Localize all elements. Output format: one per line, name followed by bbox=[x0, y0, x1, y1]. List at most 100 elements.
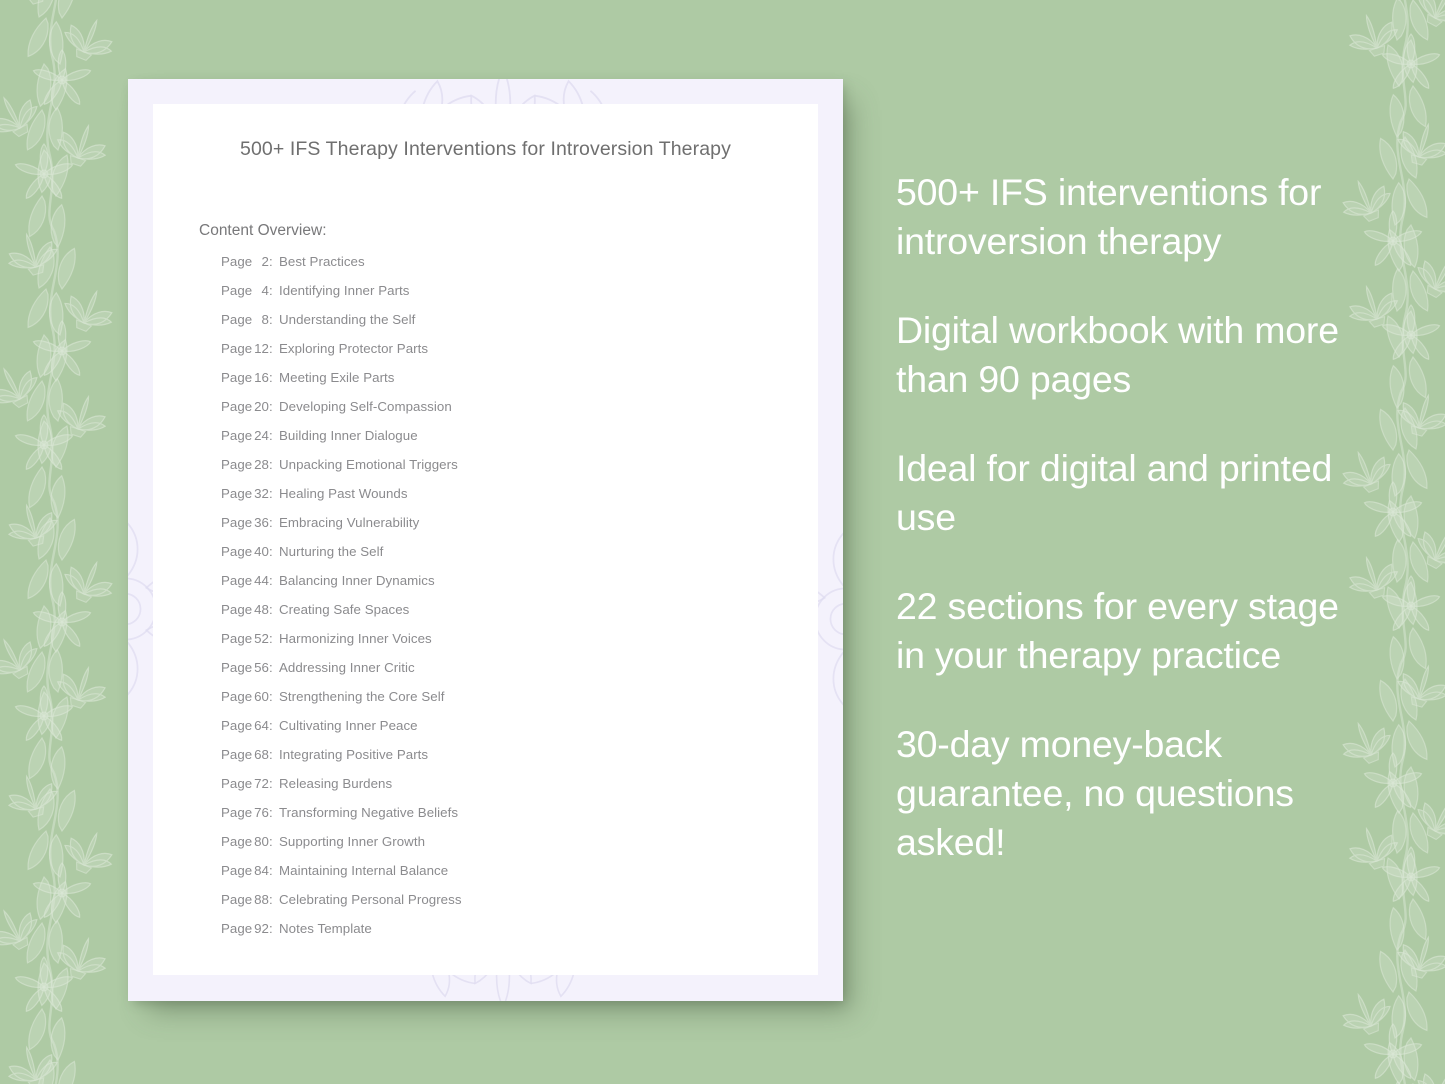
toc-colon: : bbox=[269, 863, 273, 878]
toc-page-word: Page bbox=[221, 428, 253, 443]
toc-page-word: Page bbox=[221, 921, 253, 936]
toc-entry-title: Identifying Inner Parts bbox=[279, 283, 410, 298]
toc-page-word: Page bbox=[221, 805, 253, 820]
toc-page-word: Page bbox=[221, 486, 253, 501]
toc-entry-title: Nurturing the Self bbox=[279, 544, 384, 559]
toc-page-word: Page bbox=[221, 689, 253, 704]
toc-entry-title: Notes Template bbox=[279, 921, 372, 936]
toc-page-number: 72 bbox=[254, 776, 269, 791]
toc-row: Page 8 : Understanding the Self bbox=[199, 312, 788, 341]
toc-colon: : bbox=[269, 428, 273, 443]
toc-colon: : bbox=[269, 283, 273, 298]
marketing-copy-line: Digital workbook with more than 90 pages bbox=[896, 309, 1339, 400]
toc-page-word: Page bbox=[221, 834, 253, 849]
toc-entry-title: Understanding the Self bbox=[279, 312, 416, 327]
toc-entry-title: Cultivating Inner Peace bbox=[279, 718, 418, 733]
toc-row: Page 4 : Identifying Inner Parts bbox=[199, 283, 788, 312]
toc-entry-title: Integrating Positive Parts bbox=[279, 747, 429, 762]
toc-page-number: 44 bbox=[254, 573, 269, 588]
toc-row: Page 80 : Supporting Inner Growth bbox=[199, 834, 788, 863]
toc-row: Page 72 : Releasing Burdens bbox=[199, 776, 788, 805]
toc-entry-title: Celebrating Personal Progress bbox=[279, 892, 462, 907]
content-overview-label: Content Overview: bbox=[199, 222, 327, 239]
toc-page-word: Page bbox=[221, 283, 253, 298]
toc-row: Page 40 : Nurturing the Self bbox=[199, 544, 788, 573]
page-title: 500+ IFS Therapy Interventions for Intro… bbox=[240, 138, 731, 160]
toc-colon: : bbox=[269, 312, 273, 327]
toc-row: Page 56 : Addressing Inner Critic bbox=[199, 660, 788, 689]
toc-page-number: 28 bbox=[254, 457, 269, 472]
toc-colon: : bbox=[269, 689, 273, 704]
toc-page-word: Page bbox=[221, 457, 253, 472]
toc-page-word: Page bbox=[221, 892, 253, 907]
toc-entry-title: Addressing Inner Critic bbox=[279, 660, 415, 675]
toc-page-number: 40 bbox=[254, 544, 269, 559]
toc-row: Page 32 : Healing Past Wounds bbox=[199, 486, 788, 515]
document-page: 500+ IFS Therapy Interventions for Intro… bbox=[153, 104, 818, 975]
toc-page-word: Page bbox=[221, 312, 253, 327]
toc-row: Page 64 : Cultivating Inner Peace bbox=[199, 718, 788, 747]
toc-row: Page 92 : Notes Template bbox=[199, 921, 788, 950]
toc-row: Page 52 : Harmonizing Inner Voices bbox=[199, 631, 788, 660]
toc-page-word: Page bbox=[221, 341, 253, 356]
toc-colon: : bbox=[269, 573, 273, 588]
toc-entry-title: Best Practices bbox=[279, 254, 365, 269]
toc-page-number: 68 bbox=[254, 747, 269, 762]
toc-page-word: Page bbox=[221, 863, 253, 878]
toc-row: Page 24 : Building Inner Dialogue bbox=[199, 428, 788, 457]
toc-entry-title: Healing Past Wounds bbox=[279, 486, 408, 501]
toc-row: Page 68 : Integrating Positive Parts bbox=[199, 747, 788, 776]
toc-colon: : bbox=[269, 660, 273, 675]
toc-row: Page 16 : Meeting Exile Parts bbox=[199, 370, 788, 399]
marketing-copy-line: Ideal for digital and printed use bbox=[896, 447, 1333, 538]
table-of-contents: Page 2 : Best Practices Page 4 : Identif… bbox=[199, 254, 788, 950]
toc-colon: : bbox=[269, 341, 273, 356]
toc-colon: : bbox=[269, 515, 273, 530]
toc-page-word: Page bbox=[221, 515, 253, 530]
toc-entry-title: Maintaining Internal Balance bbox=[279, 863, 449, 878]
toc-page-word: Page bbox=[221, 660, 253, 675]
toc-colon: : bbox=[269, 921, 273, 936]
toc-row: Page 28 : Unpacking Emotional Triggers bbox=[199, 457, 788, 486]
toc-page-number: 84 bbox=[254, 863, 269, 878]
toc-colon: : bbox=[269, 892, 273, 907]
toc-page-number: 20 bbox=[254, 399, 269, 414]
toc-row: Page 48 : Creating Safe Spaces bbox=[199, 602, 788, 631]
toc-page-number: 64 bbox=[254, 718, 269, 733]
toc-row: Page 36 : Embracing Vulnerability bbox=[199, 515, 788, 544]
toc-colon: : bbox=[269, 834, 273, 849]
toc-page-word: Page bbox=[221, 602, 253, 617]
toc-page-word: Page bbox=[221, 399, 253, 414]
workbook-preview-card: 500+ IFS Therapy Interventions for Intro… bbox=[128, 79, 843, 1001]
toc-row: Page 12 : Exploring Protector Parts bbox=[199, 341, 788, 370]
toc-page-number: 48 bbox=[254, 602, 269, 617]
toc-page-number: 92 bbox=[254, 921, 269, 936]
toc-page-number: 88 bbox=[254, 892, 269, 907]
toc-colon: : bbox=[269, 457, 273, 472]
toc-entry-title: Embracing Vulnerability bbox=[279, 515, 420, 530]
toc-entry-title: Exploring Protector Parts bbox=[279, 341, 429, 356]
marketing-copy-list: 500+ IFS interventions for introversion … bbox=[896, 168, 1344, 867]
toc-colon: : bbox=[269, 602, 273, 617]
toc-page-word: Page bbox=[221, 747, 253, 762]
toc-entry-title: Unpacking Emotional Triggers bbox=[279, 457, 458, 472]
toc-entry-title: Harmonizing Inner Voices bbox=[279, 631, 432, 646]
toc-page-number: 4 bbox=[261, 283, 269, 298]
toc-page-number: 76 bbox=[254, 805, 269, 820]
toc-page-number: 8 bbox=[261, 312, 269, 327]
toc-page-word: Page bbox=[221, 776, 253, 791]
toc-page-number: 24 bbox=[254, 428, 269, 443]
toc-row: Page 76 : Transforming Negative Beliefs bbox=[199, 805, 788, 834]
toc-colon: : bbox=[269, 747, 273, 762]
toc-colon: : bbox=[269, 370, 273, 385]
toc-row: Page 88 : Celebrating Personal Progress bbox=[199, 892, 788, 921]
toc-page-number: 60 bbox=[254, 689, 269, 704]
toc-page-word: Page bbox=[221, 718, 253, 733]
toc-page-number: 36 bbox=[254, 515, 269, 530]
card-border-frame: 500+ IFS Therapy Interventions for Intro… bbox=[128, 79, 843, 1001]
toc-entry-title: Meeting Exile Parts bbox=[279, 370, 395, 385]
toc-colon: : bbox=[269, 486, 273, 501]
toc-entry-title: Building Inner Dialogue bbox=[279, 428, 418, 443]
toc-colon: : bbox=[269, 718, 273, 733]
toc-entry-title: Transforming Negative Beliefs bbox=[279, 805, 459, 820]
